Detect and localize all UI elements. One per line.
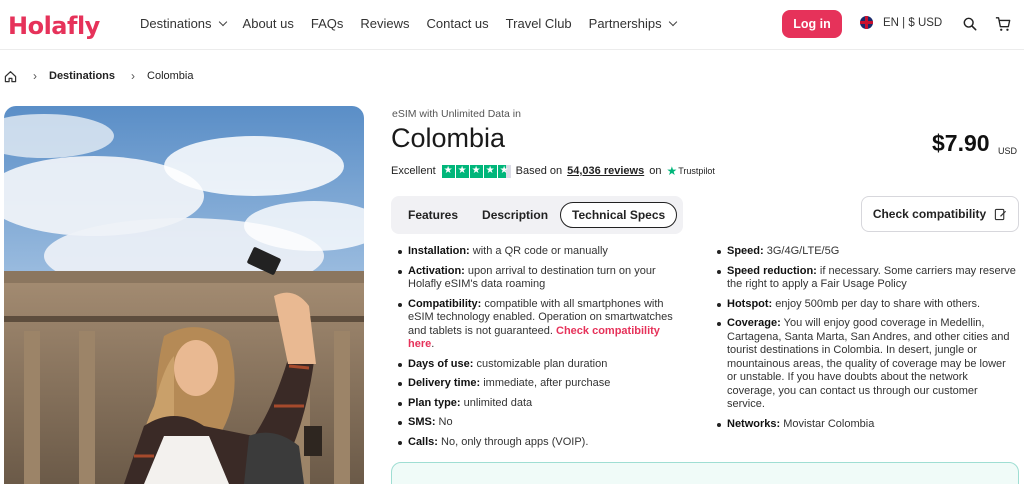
breadcrumb: › Destinations › Colombia — [4, 69, 193, 83]
price-currency: USD — [998, 146, 1018, 156]
language-currency-selector[interactable]: EN | $ USD — [860, 16, 942, 29]
hero-photo-illustration — [4, 106, 364, 484]
spec-sms: SMS: No — [398, 416, 688, 430]
nav-travel-club-label: Travel Club — [505, 16, 572, 31]
nav-destinations[interactable]: Destinations — [140, 16, 227, 31]
trustpilot-star-icon: ★ — [666, 164, 678, 178]
trustpilot-logo[interactable]: ★ Trustpilot — [666, 164, 714, 178]
spec-label: Days of use: — [408, 357, 474, 370]
chevron-right-icon: › — [33, 69, 37, 83]
spec-speed-reduction: Speed reduction: if necessary. Some carr… — [717, 265, 1017, 292]
cart-icon[interactable] — [995, 16, 1011, 32]
spec-value: with a QR code or manually — [469, 245, 608, 257]
spec-value: 3G/4G/LTE/5G — [763, 245, 840, 257]
tab-description[interactable]: Description — [470, 202, 560, 228]
half-star-icon: ★ — [497, 164, 511, 178]
nav-faqs-label: FAQs — [310, 16, 344, 31]
star-icon: ★ — [441, 164, 455, 178]
lang-currency-label: EN | $ USD — [883, 16, 943, 29]
spec-value: immediate, after purchase — [480, 377, 611, 389]
home-icon[interactable] — [4, 70, 17, 83]
spec-label: SMS: — [408, 416, 436, 428]
spec-speed: Speed: 3G/4G/LTE/5G — [717, 245, 1017, 259]
colombia-hero-image — [4, 106, 364, 484]
spec-tail: . — [431, 338, 435, 350]
nav-about-us[interactable]: About us — [243, 16, 294, 31]
nav-travel-club[interactable]: Travel Club — [506, 16, 572, 31]
specs-list-right: Speed: 3G/4G/LTE/5G Speed reduction: if … — [717, 245, 1017, 437]
main-nav: Destinations About us FAQs Reviews Conta… — [140, 16, 693, 31]
reviews-link[interactable]: 54,036 reviews — [567, 165, 644, 177]
nav-contact-label: Contact us — [426, 16, 489, 31]
spec-coverage: Coverage: You will enjoy good coverage i… — [717, 317, 1017, 412]
rating-word: Excellent — [391, 165, 436, 177]
spec-compatibility: Compatibility: compatible with all smart… — [398, 298, 688, 352]
breadcrumb-destinations[interactable]: Destinations — [49, 70, 115, 82]
product-subtitle: eSIM with Unlimited Data in — [392, 108, 521, 120]
nav-partnerships[interactable]: Partnerships — [588, 16, 677, 31]
site-header: Holafly Destinations About us FAQs Revie… — [0, 0, 1024, 50]
nav-reviews-label: Reviews — [360, 16, 410, 31]
spec-networks: Networks: Movistar Colombia — [717, 418, 1017, 432]
chevron-down-icon — [218, 17, 227, 26]
on-text: on — [649, 165, 662, 177]
nav-reviews[interactable]: Reviews — [360, 16, 409, 31]
spec-days-of-use: Days of use: customizable plan duration — [398, 358, 688, 372]
holafly-logo[interactable]: Holafly — [8, 12, 100, 40]
specs-list-left: Installation: with a QR code or manually… — [398, 245, 688, 455]
spec-value: enjoy 500mb per day to share with others… — [772, 297, 981, 310]
product-price: $7.90 — [932, 130, 990, 156]
spec-calls: Calls: No, only through apps (VOIP). — [398, 436, 688, 450]
based-on-text: Based on — [515, 165, 563, 177]
star-icon: ★ — [469, 164, 483, 178]
spec-hotspot: Hotspot: enjoy 500mb per day to share wi… — [717, 298, 1017, 312]
spec-delivery-time: Delivery time: immediate, after purchase — [398, 377, 688, 391]
breadcrumb-current: Colombia — [147, 70, 194, 82]
spec-plan-type: Plan type: unlimited data — [398, 397, 688, 411]
spec-label: Calls: — [408, 435, 438, 448]
spec-value: unlimited data — [460, 396, 533, 409]
spec-label: Speed reduction: — [727, 264, 817, 277]
trustpilot-stars: ★ ★ ★ ★ ★ — [441, 164, 511, 178]
spec-label: Delivery time: — [408, 377, 481, 389]
spec-label: Compatibility: — [408, 297, 482, 310]
spec-label: Hotspot: — [727, 297, 773, 310]
nav-partnerships-label: Partnerships — [588, 16, 662, 31]
info-banner — [391, 462, 1019, 484]
nav-faqs[interactable]: FAQs — [311, 16, 344, 31]
spec-value: No — [435, 416, 453, 428]
nav-contact-us[interactable]: Contact us — [427, 16, 489, 31]
trustpilot-label: Trustpilot — [678, 166, 715, 176]
star-icon: ★ — [455, 164, 469, 178]
tab-features[interactable]: Features — [396, 202, 470, 228]
spec-label: Speed: — [727, 245, 764, 257]
nav-about-label: About us — [242, 16, 294, 31]
nav-destinations-label: Destinations — [140, 16, 212, 31]
check-compatibility-label: Check compatibility — [872, 207, 987, 221]
spec-value: customizable plan duration — [473, 357, 608, 370]
spec-label: Installation: — [408, 245, 470, 257]
chevron-down-icon — [668, 17, 677, 26]
spec-label: Activation: — [408, 264, 465, 277]
spec-activation: Activation: upon arrival to destination … — [398, 265, 688, 292]
rating-row: Excellent ★ ★ ★ ★ ★ Based on 54,036 revi… — [391, 164, 715, 178]
spec-label: Plan type: — [408, 396, 461, 409]
spec-label: Networks: — [727, 417, 781, 430]
spec-value: You will enjoy good coverage in Medellin… — [727, 317, 1010, 410]
star-icon: ★ — [483, 164, 497, 178]
edit-check-icon — [995, 208, 1007, 220]
uk-flag-icon — [860, 16, 873, 29]
product-tabs: Features Description Technical Specs — [391, 196, 683, 234]
chevron-right-icon: › — [131, 69, 136, 83]
login-button[interactable]: Log in — [782, 10, 842, 38]
spec-installation: Installation: with a QR code or manually — [398, 245, 688, 259]
check-compatibility-button[interactable]: Check compatibility — [861, 196, 1019, 232]
spec-label: Coverage: — [727, 317, 781, 329]
search-icon[interactable] — [963, 17, 977, 31]
tab-technical-specs[interactable]: Technical Specs — [560, 202, 678, 228]
spec-value: Movistar Colombia — [780, 417, 875, 430]
page-title: Colombia — [391, 123, 506, 153]
spec-value: No, only through apps (VOIP). — [437, 435, 589, 448]
